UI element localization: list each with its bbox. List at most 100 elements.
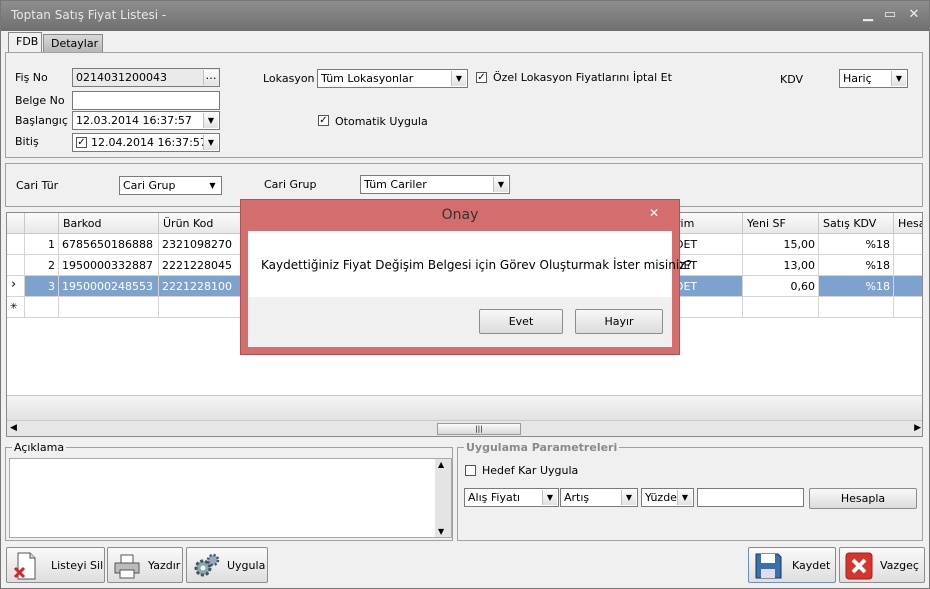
printer-icon — [112, 551, 142, 581]
row-indicator — [7, 255, 25, 276]
row-indicator-header — [7, 213, 25, 234]
cari-grup-value: Tüm Cariler — [364, 178, 427, 191]
title-bar[interactable]: Toptan Satış Fiyat Listesi - ▁ ▭ ✕ — [1, 1, 929, 31]
lokasyon-select[interactable]: Tüm Lokasyonlar ▼ — [317, 69, 468, 88]
aciklama-textarea[interactable] — [9, 458, 452, 538]
hedef-kar-checkbox[interactable] — [465, 465, 476, 476]
satis-kdv-cell[interactable]: %18 — [819, 276, 894, 297]
uygula-label: Uygula — [227, 559, 266, 572]
chevron-down-icon[interactable]: ▼ — [493, 177, 508, 192]
belge-no-field[interactable] — [72, 91, 220, 110]
dialog-close-button[interactable]: ✕ — [641, 203, 667, 223]
satis-kdv-cell[interactable]: %18 — [819, 234, 894, 255]
dialog-body: Kaydettiğiniz Fiyat Değişim Belgesi için… — [248, 231, 692, 297]
scroll-thumb[interactable]: ||| — [437, 423, 521, 435]
vazgec-label: Vazgeç — [880, 559, 919, 572]
minimize-button[interactable]: ▁ — [857, 5, 879, 25]
belge-no-label: Belge No — [15, 94, 65, 107]
hesapla-button[interactable]: Hesapla — [809, 488, 917, 509]
kdv-select[interactable]: Hariç ▼ — [839, 69, 908, 88]
hayir-button[interactable]: Hayır — [575, 309, 663, 334]
tab-detaylar[interactable]: Detaylar — [43, 34, 103, 52]
chevron-down-icon[interactable]: ▼ — [677, 490, 692, 505]
barkod-cell[interactable] — [59, 297, 159, 318]
birim-cell[interactable]: DET — [672, 276, 743, 297]
close-button[interactable]: ✕ — [903, 5, 925, 25]
barkod-cell[interactable]: 1950000332887 — [59, 255, 159, 276]
fis-no-value: 0214031200043 — [76, 71, 167, 84]
horizontal-scrollbar[interactable]: ◀ ||| ▶ — [7, 420, 922, 436]
cari-grup-select[interactable]: Tüm Cariler ▼ — [360, 175, 510, 194]
chevron-down-icon[interactable]: ▼ — [621, 490, 636, 505]
vazgec-button[interactable]: Vazgeç — [839, 547, 925, 583]
gears-icon — [191, 551, 221, 581]
scroll-down-icon[interactable]: ▼ — [438, 527, 444, 536]
scroll-up-icon[interactable]: ▲ — [438, 460, 444, 469]
otomatik-uygula-checkbox[interactable]: ✓ — [318, 115, 329, 126]
chevron-down-icon[interactable]: ▼ — [891, 71, 906, 86]
barkod-cell[interactable]: 1950000248553 — [59, 276, 159, 297]
chevron-down-icon[interactable]: ▼ — [451, 71, 466, 86]
ellipsis-button[interactable]: … — [203, 70, 218, 85]
alis-fiyati-select[interactable]: Alış Fiyatı ▼ — [464, 488, 559, 507]
uygula-button[interactable]: Uygula — [186, 547, 268, 583]
birim-cell[interactable] — [672, 297, 743, 318]
yeni-sf-cell[interactable]: 15,00 — [743, 234, 819, 255]
baslangic-value: 12.03.2014 16:37:57 — [76, 114, 192, 127]
uygulama-params-group: Uygulama Parametreleri Hedef Kar Uygula … — [457, 441, 923, 541]
row-number: 2 — [25, 255, 59, 276]
bitis-checkbox[interactable]: ✓ — [76, 137, 87, 148]
hesap-cell[interactable] — [894, 276, 922, 297]
column-header-birim[interactable]: rim — [672, 213, 743, 234]
artis-select[interactable]: Artış ▼ — [560, 488, 638, 507]
dialog-message: Kaydettiğiniz Fiyat Değişim Belgesi için… — [261, 258, 692, 272]
params-title: Uygulama Parametreleri — [464, 441, 620, 454]
aciklama-group: Açıklama ▲ ▼ — [5, 441, 453, 541]
cari-grup-label: Cari Grup — [264, 178, 317, 191]
cari-tur-select[interactable]: Cari Grup ▼ — [119, 176, 222, 195]
barkod-cell[interactable]: 6785650186888 — [59, 234, 159, 255]
column-header-hesap[interactable]: Hesa — [894, 213, 922, 234]
column-header-yeni-sf[interactable]: Yeni SF — [743, 213, 819, 234]
birim-cell[interactable]: DET — [672, 234, 743, 255]
fis-no-field[interactable]: 0214031200043 … — [72, 68, 220, 87]
bitis-label: Bitiş — [15, 135, 39, 148]
satis-kdv-cell[interactable] — [819, 297, 894, 318]
evet-button[interactable]: Evet — [479, 309, 563, 334]
baslangic-date-picker[interactable]: 12.03.2014 16:37:57 ▼ — [72, 111, 220, 130]
yeni-sf-cell[interactable]: 13,00 — [743, 255, 819, 276]
hesap-cell[interactable] — [894, 234, 922, 255]
chevron-down-icon[interactable]: ▼ — [203, 135, 218, 150]
listeyi-sil-label: Listeyi Sil — [51, 559, 104, 572]
ozel-lokasyon-checkbox[interactable]: ✓ — [476, 72, 487, 83]
chevron-down-icon[interactable]: ▼ — [542, 490, 557, 505]
maximize-button[interactable]: ▭ — [879, 5, 901, 25]
bitis-date-picker[interactable]: ✓ 12.04.2014 16:37:57 ▼ — [72, 133, 220, 152]
delete-document-icon — [11, 551, 41, 581]
chevron-down-icon[interactable]: ▼ — [205, 178, 220, 193]
tab-fdb[interactable]: FDB — [8, 32, 42, 52]
header-panel: Fiş No 0214031200043 … Belge No Başlangı… — [5, 52, 923, 158]
column-header-barkod[interactable]: Barkod — [59, 213, 159, 234]
confirm-dialog: Onay ✕ Kaydettiğiniz Fiyat Değişim Belge… — [240, 199, 692, 355]
hedef-kar-label: Hedef Kar Uygula — [482, 464, 579, 477]
hesap-cell[interactable] — [894, 297, 922, 318]
yazdir-label: Yazdır — [148, 559, 181, 572]
kaydet-button[interactable]: Kaydet — [748, 547, 836, 583]
yeni-sf-cell[interactable] — [743, 297, 819, 318]
hesap-cell[interactable] — [894, 255, 922, 276]
yuzde-select[interactable]: Yüzde ▼ — [641, 488, 694, 507]
window-title: Toptan Satış Fiyat Listesi - — [11, 8, 167, 22]
scroll-right-icon[interactable]: ▶ — [914, 423, 921, 433]
column-header-satis-kdv[interactable]: Satış KDV — [819, 213, 894, 234]
ozel-lokasyon-label: Özel Lokasyon Fiyatlarını İptal Et — [493, 71, 672, 84]
yeni-sf-cell[interactable]: 0,60 — [743, 276, 819, 297]
satis-kdv-cell[interactable]: %18 — [819, 255, 894, 276]
scroll-left-icon[interactable]: ◀ — [10, 423, 17, 433]
chevron-down-icon[interactable]: ▼ — [203, 113, 218, 128]
yazdir-button[interactable]: Yazdır — [107, 547, 183, 583]
amount-input[interactable] — [697, 488, 804, 507]
aciklama-scrollbar[interactable]: ▲ ▼ — [435, 459, 451, 537]
lokasyon-value: Tüm Lokasyonlar — [321, 72, 414, 85]
listeyi-sil-button[interactable]: Listeyi Sil — [6, 547, 105, 583]
